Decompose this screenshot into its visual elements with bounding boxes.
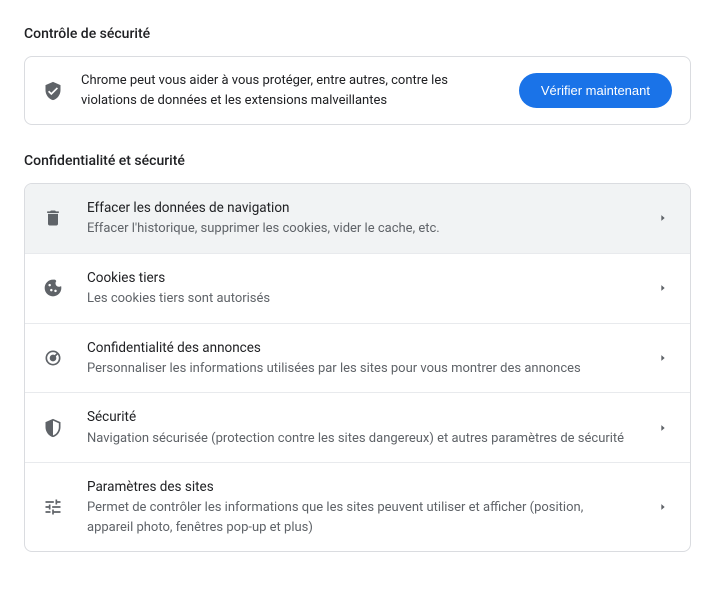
row-text: Paramètres des sites Permet de contrôler… <box>87 477 630 537</box>
row-subtitle: Les cookies tiers sont autorisés <box>87 289 630 309</box>
ad-target-icon <box>43 348 63 368</box>
chevron-right-icon <box>654 419 672 437</box>
row-subtitle: Personnaliser les informations utilisées… <box>87 359 630 379</box>
safety-check-text: Chrome peut vous aider à vous protéger, … <box>81 71 501 110</box>
chevron-right-icon <box>654 279 672 297</box>
row-subtitle: Navigation sécurisée (protection contre … <box>87 429 630 449</box>
row-text: Sécurité Navigation sécurisée (protectio… <box>87 407 630 448</box>
tune-icon <box>43 497 63 517</box>
privacy-security-card: Effacer les données de navigation Efface… <box>24 183 691 552</box>
ad-privacy-row[interactable]: Confidentialité des annonces Personnalis… <box>25 323 690 393</box>
safety-check-row: Chrome peut vous aider à vous protéger, … <box>25 57 690 124</box>
cookie-icon <box>43 278 63 298</box>
row-title: Effacer les données de navigation <box>87 198 630 218</box>
row-title: Confidentialité des annonces <box>87 338 630 358</box>
safety-check-heading: Contrôle de sécurité <box>24 26 691 42</box>
chevron-right-icon <box>654 349 672 367</box>
shield-check-icon <box>43 81 63 101</box>
row-title: Cookies tiers <box>87 268 630 288</box>
chevron-right-icon <box>654 209 672 227</box>
row-title: Paramètres des sites <box>87 477 630 497</box>
safety-check-card: Chrome peut vous aider à vous protéger, … <box>24 56 691 125</box>
row-text: Cookies tiers Les cookies tiers sont aut… <box>87 268 630 309</box>
row-title: Sécurité <box>87 407 630 427</box>
trash-icon <box>43 208 63 228</box>
chevron-right-icon <box>654 498 672 516</box>
row-subtitle: Permet de contrôler les informations que… <box>87 498 630 537</box>
shield-icon <box>43 418 63 438</box>
row-text: Confidentialité des annonces Personnalis… <box>87 338 630 379</box>
site-settings-row[interactable]: Paramètres des sites Permet de contrôler… <box>25 462 690 551</box>
security-row[interactable]: Sécurité Navigation sécurisée (protectio… <box>25 392 690 462</box>
third-party-cookies-row[interactable]: Cookies tiers Les cookies tiers sont aut… <box>25 253 690 323</box>
verify-now-button[interactable]: Vérifier maintenant <box>519 73 672 108</box>
privacy-security-heading: Confidentialité et sécurité <box>24 153 691 169</box>
row-text: Effacer les données de navigation Efface… <box>87 198 630 239</box>
row-subtitle: Effacer l'historique, supprimer les cook… <box>87 219 630 239</box>
clear-browsing-data-row[interactable]: Effacer les données de navigation Efface… <box>25 184 690 253</box>
